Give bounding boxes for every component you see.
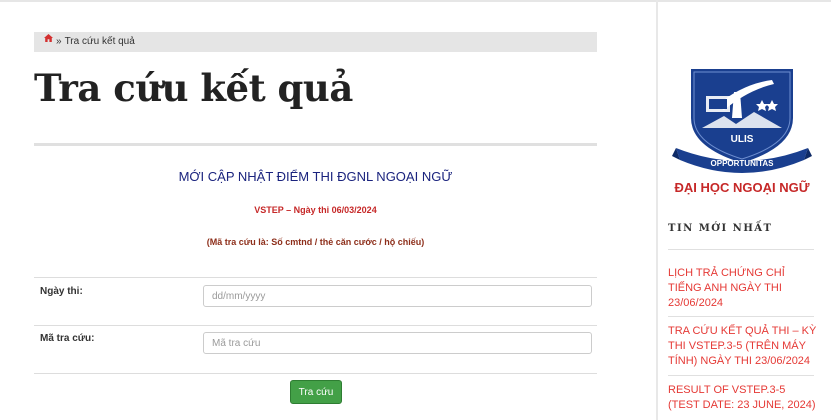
logo-ulis-text: ULIS bbox=[731, 134, 754, 145]
page-title: Tra cứu kết quả bbox=[34, 66, 353, 110]
logo-name-text: ĐẠI HỌC NGOẠI NGỮ bbox=[674, 180, 809, 195]
logo-motto-text: OPPORTUNITAS bbox=[711, 159, 775, 168]
news-link[interactable]: TRA CỨU KẾT QUẢ THI – KỲ THI VSTEP.3-5 (… bbox=[668, 324, 818, 369]
form-divider bbox=[34, 325, 597, 326]
lookup-code-input[interactable] bbox=[203, 332, 592, 354]
lookup-code-note: (Mã tra cứu là: Số cmtnd / thẻ căn cước … bbox=[206, 237, 425, 247]
form-divider bbox=[34, 277, 597, 278]
breadcrumb: » Tra cứu kết quả bbox=[34, 32, 597, 52]
date-input[interactable] bbox=[203, 285, 592, 307]
lookup-submit-button[interactable]: Tra cứu bbox=[290, 380, 342, 404]
form-divider bbox=[34, 373, 597, 374]
notice-heading: MỚI CẬP NHẬT ĐIỂM THI ĐGNL NGOẠI NGỮ bbox=[178, 169, 453, 184]
title-divider bbox=[34, 143, 597, 146]
latest-news-heading: TIN MỚI NHẤT bbox=[668, 223, 773, 234]
top-border bbox=[0, 0, 831, 2]
news-divider bbox=[668, 375, 814, 376]
date-label: Ngày thi: bbox=[40, 286, 83, 297]
breadcrumb-current: Tra cứu kết quả bbox=[64, 36, 135, 47]
breadcrumb-separator: » bbox=[56, 36, 62, 47]
code-label: Mã tra cứu: bbox=[40, 333, 95, 344]
news-link[interactable]: RESULT OF VSTEP.3-5 (TEST DATE: 23 JUNE,… bbox=[668, 383, 818, 413]
news-link[interactable]: LỊCH TRẢ CHỨNG CHỈ TIẾNG ANH NGÀY THI 23… bbox=[668, 266, 818, 311]
sidebar-divider bbox=[656, 0, 658, 420]
exam-date-line: VSTEP – Ngày thi 06/03/2024 bbox=[254, 205, 377, 215]
university-logo[interactable]: ULIS OPPORTUNITAS ĐẠI HỌC NGOẠI NGỮ bbox=[672, 56, 812, 201]
home-icon[interactable] bbox=[44, 30, 53, 50]
news-divider bbox=[668, 316, 814, 317]
sidebar-rule bbox=[668, 249, 814, 250]
